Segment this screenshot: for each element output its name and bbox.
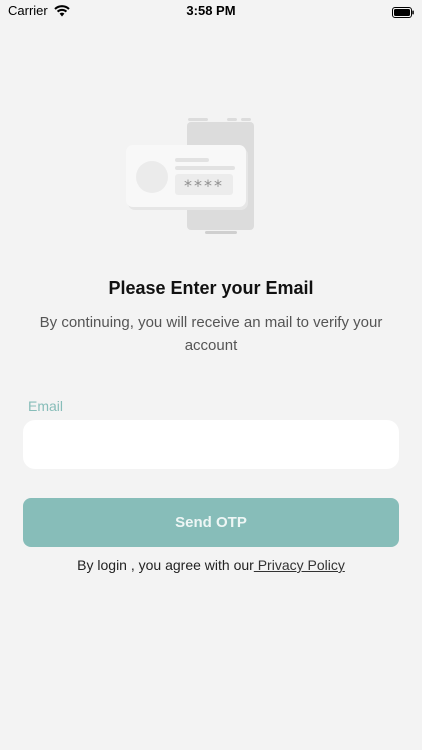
privacy-note: By login , you agree with our Privacy Po…	[0, 557, 422, 573]
battery-icon	[392, 5, 414, 18]
email-label: Email	[28, 398, 64, 414]
privacy-note-text: By login , you agree with our	[77, 557, 254, 573]
page-title: Please Enter your Email	[108, 278, 314, 298]
email-input[interactable]	[23, 420, 399, 469]
page-subtitle: By continuing, you will receive an mail …	[39, 314, 383, 354]
privacy-policy-link[interactable]: Privacy Policy	[254, 557, 345, 573]
otp-code-text: ****	[184, 176, 224, 195]
status-time: 3:58 PM	[186, 3, 236, 18]
send-otp-button[interactable]: Send OTP	[23, 498, 399, 547]
otp-illustration: ****	[120, 112, 260, 238]
status-bar: Carrier 3:58 PM	[0, 0, 422, 24]
